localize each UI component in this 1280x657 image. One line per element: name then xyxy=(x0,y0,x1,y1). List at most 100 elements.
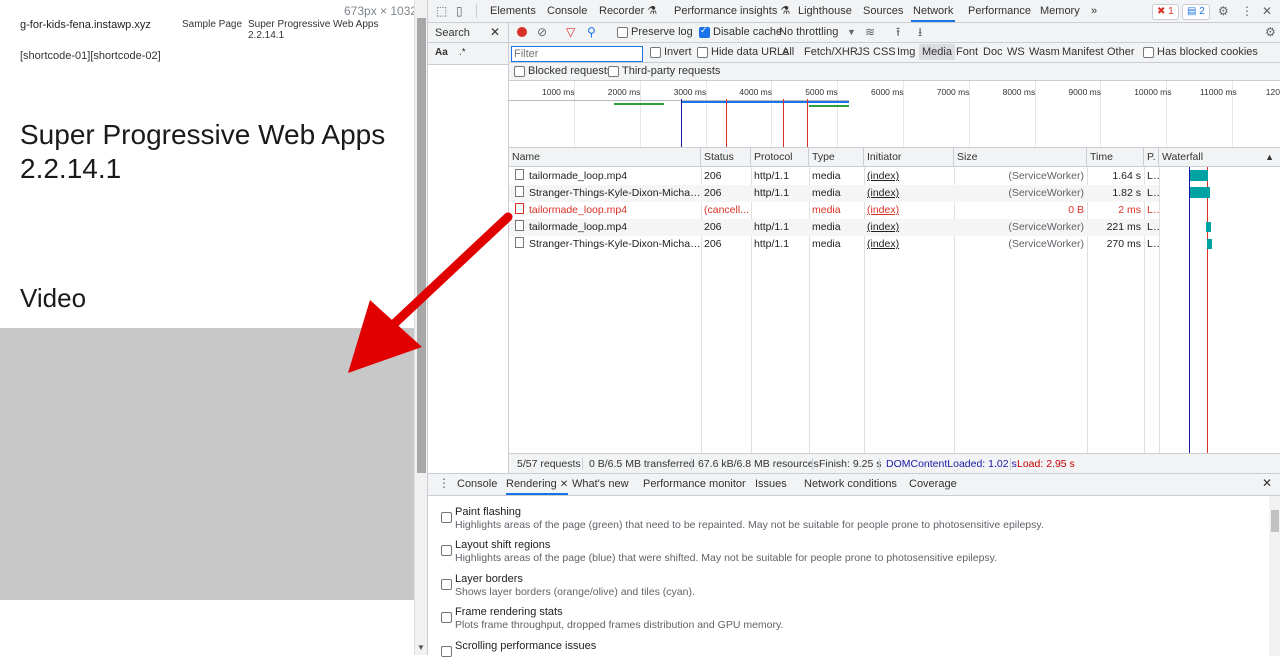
col-waterfall[interactable]: Waterfall ▲ xyxy=(1159,148,1280,167)
scrolling-issues-checkbox[interactable] xyxy=(441,646,452,657)
tab-performance[interactable]: Performance xyxy=(966,0,1033,22)
third-party-checkbox[interactable] xyxy=(608,66,619,77)
drawer-tab-rendering[interactable]: Rendering ✕ xyxy=(506,474,569,495)
waterfall-bar xyxy=(1190,170,1208,181)
disable-cache-checkbox[interactable] xyxy=(699,25,710,38)
device-toolbar-icon[interactable]: ▯ xyxy=(456,0,463,22)
col-priority[interactable]: P. xyxy=(1144,148,1159,167)
col-protocol[interactable]: Protocol xyxy=(751,148,809,167)
cell-text: (ServiceWorker) xyxy=(1008,170,1084,182)
regex-button[interactable]: .* xyxy=(459,47,466,58)
messages-badge[interactable]: ▤ 2 xyxy=(1182,4,1210,20)
more-tabs-button[interactable]: » xyxy=(1089,0,1099,22)
paint-flashing-checkbox[interactable] xyxy=(441,512,452,523)
tab-elements[interactable]: Elements xyxy=(488,0,538,22)
drawer-tab-network-conditions[interactable]: Network conditions xyxy=(804,474,897,495)
export-har-icon[interactable]: ⭳ xyxy=(918,21,922,43)
type-filter-manifest[interactable]: Manifest xyxy=(1062,46,1104,58)
tab-sources[interactable]: Sources xyxy=(861,0,905,22)
filter-bar: Invert Hide data URLs All Fetch/XHR JS C… xyxy=(509,43,1280,63)
scroll-down-icon[interactable]: ▼ xyxy=(417,643,425,652)
type-filter-ws[interactable]: WS xyxy=(1007,46,1025,58)
col-status[interactable]: Status xyxy=(701,148,751,167)
nav-sample-page[interactable]: Sample Page xyxy=(182,19,242,30)
close-drawer-icon[interactable]: ✕ xyxy=(1262,473,1272,494)
frame-stats-checkbox[interactable] xyxy=(441,612,452,623)
layout-shift-checkbox[interactable] xyxy=(441,545,452,556)
site-name[interactable]: g-for-kids-fena.instawp.xyz xyxy=(20,19,151,31)
cell-initiator[interactable]: (index) xyxy=(864,202,954,219)
network-settings-icon[interactable]: ⚙ xyxy=(1265,21,1276,43)
cell-text: Stranger-Things-Kyle-Dixon-Michael-S... xyxy=(529,238,701,250)
red-arrow-annotation xyxy=(348,212,513,373)
waterfall-bar xyxy=(1207,239,1212,249)
has-blocked-cookies-checkbox[interactable] xyxy=(1143,47,1154,58)
type-filter-wasm[interactable]: Wasm xyxy=(1029,46,1060,58)
drawer-scrollbar-thumb[interactable] xyxy=(1271,510,1279,532)
search-panel-title[interactable]: Search xyxy=(435,27,470,39)
more-options-icon[interactable]: ⋮ xyxy=(1241,0,1253,22)
cell-initiator[interactable]: (index) xyxy=(864,185,954,202)
type-filter-js[interactable]: JS xyxy=(857,46,870,58)
network-overview[interactable]: 1000 ms 2000 ms 3000 ms 4000 ms 5000 ms 6000 … xyxy=(509,81,1280,148)
waterfall-bar xyxy=(1190,187,1210,198)
drawer-tab-coverage[interactable]: Coverage xyxy=(909,474,957,495)
settings-gear-icon[interactable]: ⚙ xyxy=(1218,0,1229,22)
match-case-button[interactable]: Aa xyxy=(435,47,448,58)
layer-borders-checkbox[interactable] xyxy=(441,579,452,590)
table-row[interactable]: tailormade_loop.mp4 206 http/1.1 media (inde… xyxy=(509,219,1159,236)
close-tab-icon[interactable]: ✕ xyxy=(560,479,568,490)
table-row[interactable]: Stranger-Things-Kyle-Dixon-Michael-S... 2… xyxy=(509,236,1159,253)
throttling-select[interactable]: No throttling xyxy=(779,26,838,38)
type-filter-css[interactable]: CSS xyxy=(873,46,896,58)
tab-network[interactable]: Network xyxy=(911,0,956,22)
col-name[interactable]: Name xyxy=(509,148,701,167)
errors-badge[interactable]: ✖ 1 xyxy=(1152,4,1179,20)
filter-icon[interactable]: ▽ xyxy=(566,21,575,43)
close-search-icon[interactable]: ✕ xyxy=(490,21,500,43)
drawer-tab-whats-new[interactable]: What's new xyxy=(572,474,629,495)
nav-spwa[interactable]: Super Progressive Web Apps 2.2.14.1 xyxy=(248,19,414,41)
col-type[interactable]: Type xyxy=(809,148,864,167)
type-filter-fetch[interactable]: Fetch/XHR xyxy=(804,46,858,58)
type-filter-other[interactable]: Other xyxy=(1107,46,1135,58)
import-har-icon[interactable]: ⭱ xyxy=(896,21,900,43)
drawer-scrollbar[interactable] xyxy=(1269,496,1280,656)
cell-initiator[interactable]: (index) xyxy=(864,236,954,253)
drawer-tab-issues[interactable]: Issues xyxy=(755,474,787,495)
tab-performance-insights[interactable]: Performance insights ⚗ xyxy=(672,0,792,22)
blocked-requests-checkbox[interactable] xyxy=(514,66,525,77)
table-row[interactable]: tailormade_loop.mp4 (cancell... media (inde… xyxy=(509,202,1159,219)
col-size[interactable]: Size xyxy=(954,148,1087,167)
tab-lighthouse[interactable]: Lighthouse xyxy=(796,0,854,22)
close-devtools-icon[interactable]: ✕ xyxy=(1262,0,1272,22)
drawer-tab-console[interactable]: Console xyxy=(457,474,497,495)
cell-initiator[interactable]: (index) xyxy=(864,168,954,185)
drawer-tab-performance-monitor[interactable]: Performance monitor xyxy=(643,474,746,495)
type-filter-all[interactable]: All xyxy=(782,46,794,58)
type-filter-doc[interactable]: Doc xyxy=(983,46,1003,58)
network-conditions-icon[interactable]: ≋ xyxy=(865,21,875,43)
col-time[interactable]: Time xyxy=(1087,148,1144,167)
type-filter-font[interactable]: Font xyxy=(956,46,978,58)
preserve-log-checkbox[interactable] xyxy=(617,27,628,38)
record-button[interactable] xyxy=(517,27,527,37)
inspect-element-icon[interactable]: ⬚ xyxy=(436,0,447,22)
type-filter-img[interactable]: Img xyxy=(897,46,915,58)
search-icon[interactable]: ⚲ xyxy=(587,21,596,43)
tab-console[interactable]: Console xyxy=(545,0,589,22)
filter-input[interactable] xyxy=(511,46,643,62)
tab-recorder[interactable]: Recorder ⚗ xyxy=(597,0,659,22)
clear-icon[interactable]: ⊘ xyxy=(537,21,547,43)
type-filter-media[interactable]: Media xyxy=(919,44,955,60)
table-row[interactable]: tailormade_loop.mp4 206 http/1.1 media (inde… xyxy=(509,168,1159,185)
table-row[interactable]: Stranger-Things-Kyle-Dixon-Michael-S... 2… xyxy=(509,185,1159,202)
chevron-down-icon[interactable]: ▼ xyxy=(847,21,856,43)
hide-data-urls-checkbox[interactable] xyxy=(697,47,708,58)
sort-ascending-icon: ▲ xyxy=(1265,152,1274,162)
tab-memory[interactable]: Memory xyxy=(1038,0,1082,22)
cell-initiator[interactable]: (index) xyxy=(864,219,954,236)
invert-checkbox[interactable] xyxy=(650,47,661,58)
drawer-menu-icon[interactable]: ⋮ xyxy=(438,473,450,494)
col-initiator[interactable]: Initiator xyxy=(864,148,954,167)
